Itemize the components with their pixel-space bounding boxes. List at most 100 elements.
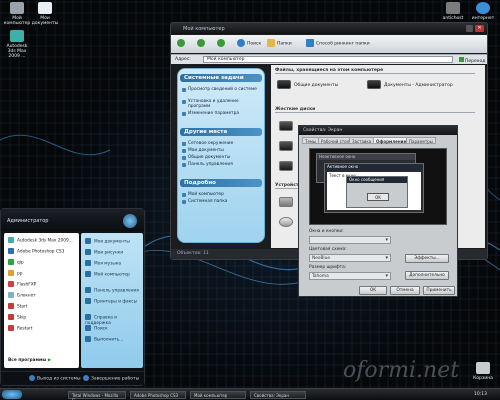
- start-button[interactable]: [2, 390, 22, 399]
- place-my-music[interactable]: Моя музыка: [85, 260, 121, 267]
- desktop-icon-antichost[interactable]: antichost: [438, 2, 468, 21]
- place-control-panel[interactable]: Панель управления: [85, 287, 139, 294]
- place-shared-documents[interactable]: Общие документы: [182, 155, 260, 160]
- skip-icon: [8, 314, 14, 320]
- place-my-documents[interactable]: Мои документы: [182, 148, 260, 153]
- program-qip[interactable]: qip: [8, 259, 24, 266]
- details-title[interactable]: Подробно: [184, 180, 216, 186]
- start-menu: Администратор Autodesk 3ds Max 2009... A…: [0, 208, 145, 386]
- program-notepad[interactable]: Блокнот: [8, 292, 36, 299]
- start-icon: [8, 303, 14, 309]
- taskbar-item-photoshop[interactable]: Adobe Photoshop CS3: [130, 391, 186, 399]
- desktop-icon-my-computer[interactable]: Мой компьютер: [2, 2, 32, 26]
- views-button[interactable]: Способ ринкинг папки: [306, 39, 370, 47]
- printer-icon: [85, 298, 91, 304]
- taskbar-item-my-computer[interactable]: Мой компьютер: [190, 391, 246, 399]
- advanced-button[interactable]: Дополнительно: [405, 271, 449, 280]
- computer-icon: [85, 271, 91, 277]
- system-tasks-title[interactable]: Системные задачи: [184, 75, 244, 81]
- program-flashfxp[interactable]: FlashFXP: [8, 281, 36, 288]
- program-photoshop[interactable]: Adobe Photoshop CS3: [8, 248, 64, 255]
- other-places-title[interactable]: Другие места: [184, 129, 227, 135]
- windows-buttons-select[interactable]: [309, 236, 391, 244]
- desktop-icon-my-documents[interactable]: Мои документы: [30, 2, 60, 26]
- address-input[interactable]: Мой компьютер: [203, 56, 453, 63]
- forward-button[interactable]: [197, 39, 207, 47]
- folder-icon: [277, 80, 291, 89]
- color-scheme-select[interactable]: NeoBlue: [309, 254, 391, 262]
- taskbar-item-firefox[interactable]: Total Windows - Mozilla Fi...: [68, 391, 126, 400]
- hard-drive-icon[interactable]: [279, 161, 293, 171]
- clock[interactable]: 10:13: [474, 392, 487, 397]
- go-button-label: Переход: [465, 59, 486, 64]
- folder-icon: [367, 80, 381, 89]
- desktop-icon-3dsmax[interactable]: Autodesk 3ds Max 2009 ...: [2, 30, 32, 59]
- shutdown-button[interactable]: Завершение работы: [83, 375, 139, 382]
- arrow-right-icon: ▶: [47, 358, 52, 363]
- pp-icon: [8, 270, 14, 276]
- ok-button[interactable]: OK: [359, 286, 387, 295]
- place-my-computer[interactable]: Мой компьютер: [85, 271, 130, 278]
- all-programs-button[interactable]: Все программы ▶: [8, 358, 51, 363]
- tab-themes[interactable]: Темы: [302, 137, 320, 144]
- internet-globe-icon: [476, 2, 490, 14]
- folders-button[interactable]: Папки: [267, 39, 292, 47]
- minimize-button[interactable]: [466, 25, 473, 32]
- program-restart[interactable]: Restart: [8, 325, 32, 332]
- dialog-title-bar[interactable]: Свойства: Экран: [299, 126, 457, 135]
- effects-button[interactable]: Эффекты...: [405, 254, 449, 263]
- logoff-button[interactable]: Выход из системы: [29, 375, 81, 382]
- task-view-system-info[interactable]: Просмотр сведений о системе: [182, 87, 260, 92]
- place-run[interactable]: Выполнить...: [85, 336, 123, 343]
- address-bar: Адрес: Мой компьютер Переход: [171, 54, 487, 64]
- font-size-label: Размер шрифта:: [309, 265, 347, 270]
- font-size-select[interactable]: Tahoma: [309, 272, 391, 280]
- close-button[interactable]: ✕: [475, 25, 484, 32]
- hard-drive-icon[interactable]: [279, 141, 293, 151]
- tab-settings[interactable]: Параметры: [406, 137, 436, 144]
- taskbar-item-display-properties[interactable]: Свойства: Экран: [250, 391, 306, 399]
- apply-button[interactable]: Применить: [423, 286, 455, 295]
- place-my-documents[interactable]: Мои документы: [85, 238, 130, 245]
- task-add-remove-programs[interactable]: Установка и удаление программ: [182, 99, 260, 109]
- task-change-setting[interactable]: Изменение параметра: [182, 111, 260, 116]
- place-search[interactable]: Поиск: [85, 325, 108, 332]
- hard-drive-icon[interactable]: [279, 121, 293, 131]
- qip-icon: [8, 259, 14, 265]
- place-network[interactable]: Сетевое окружение: [182, 141, 260, 146]
- up-button[interactable]: [217, 39, 227, 47]
- cancel-button[interactable]: Отмена: [390, 286, 420, 295]
- admin-documents-folder[interactable]: Документы - Администратор: [367, 80, 453, 89]
- search-button-label: Поиск: [247, 41, 262, 47]
- place-label: Моя музыка: [94, 261, 121, 267]
- program-skip[interactable]: Skip: [8, 314, 26, 321]
- desktop-icon-internet[interactable]: интернет: [468, 2, 498, 21]
- place-my-pictures[interactable]: Мои рисунки: [85, 249, 123, 256]
- tab-appearance[interactable]: Оформление: [373, 137, 410, 144]
- program-label: Restart: [17, 326, 33, 332]
- program-pp[interactable]: pp: [8, 270, 22, 277]
- program-label: Adobe Photoshop CS3: [17, 249, 65, 255]
- place-help[interactable]: Справка и поддержка: [85, 314, 143, 326]
- program-label: Skip: [17, 315, 27, 321]
- tab-screensaver[interactable]: Заставка: [349, 137, 375, 144]
- user-avatar[interactable]: [123, 214, 137, 228]
- search-button[interactable]: Поиск: [237, 39, 261, 47]
- place-control-panel[interactable]: Панель управления: [182, 162, 260, 167]
- start-menu-programs: Autodesk 3ds Max 2009... Adobe Photoshop…: [4, 233, 79, 368]
- window-title-bar[interactable]: Мой компьютер: [171, 23, 487, 34]
- desktop-icon-recycle-bin[interactable]: Корзина: [468, 362, 498, 381]
- floppy-drive-icon[interactable]: [279, 197, 293, 207]
- program-start[interactable]: Start: [8, 303, 28, 310]
- program-3dsmax[interactable]: Autodesk 3ds Max 2009...: [8, 237, 73, 244]
- tab-desktop[interactable]: Рабочий стол: [318, 137, 353, 144]
- back-button[interactable]: [177, 39, 187, 47]
- back-arrow-icon: [177, 39, 185, 47]
- program-label: FlashFXP: [17, 282, 37, 288]
- go-button[interactable]: Переход: [459, 57, 485, 64]
- cd-drive-icon[interactable]: [279, 217, 293, 227]
- windows-buttons-label: Окна и кнопки:: [309, 229, 344, 234]
- taskbar: Total Windows - Mozilla Fi... Adobe Phot…: [0, 388, 500, 400]
- shared-documents-folder[interactable]: Общие документы: [277, 80, 338, 89]
- place-printers[interactable]: Принтеры и факсы: [85, 298, 137, 305]
